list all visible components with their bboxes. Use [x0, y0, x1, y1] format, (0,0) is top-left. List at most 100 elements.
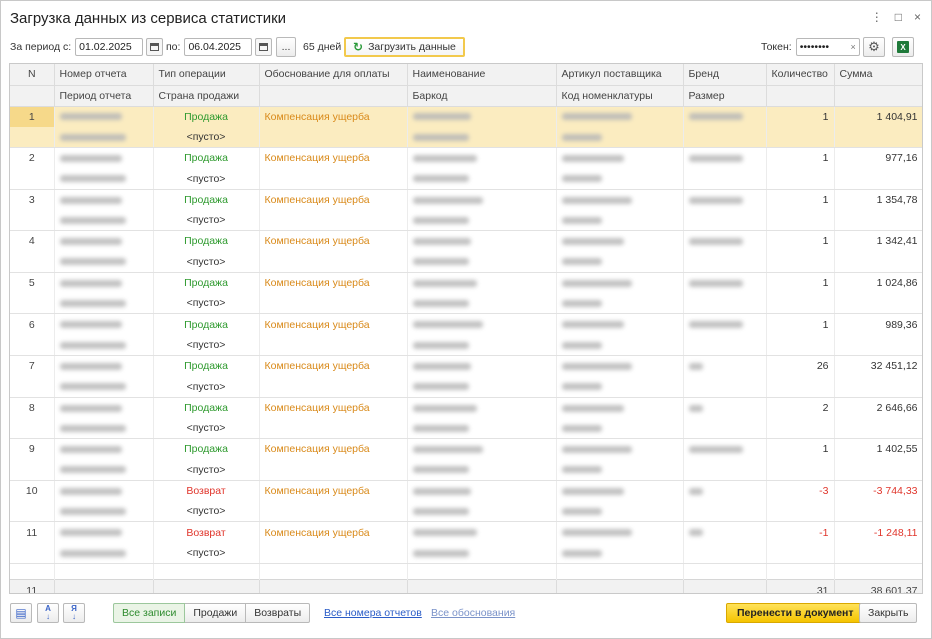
all-reports-link[interactable]: Все номера отчетов [324, 607, 422, 619]
calendar-to-button[interactable] [255, 38, 273, 56]
barcode-cell [407, 251, 557, 273]
table-row-detail[interactable]: <пусто> [10, 417, 922, 440]
payment-reason-detail [259, 417, 408, 440]
period-to-group: по: 06.04.2025 [166, 36, 273, 58]
product-name-cell [407, 230, 557, 252]
load-data-button[interactable]: ↻ Загрузить данные [344, 37, 465, 57]
excel-button[interactable]: X [892, 37, 914, 57]
column-subheader[interactable]: Баркод [407, 85, 557, 107]
empty-row [10, 563, 922, 580]
all-reasons-link[interactable]: Все обоснования [431, 607, 515, 619]
settings-button[interactable]: ⚙ [863, 37, 885, 57]
filter-returns-button[interactable]: Возвраты [245, 603, 311, 623]
more-menu-icon[interactable]: ⋮ [871, 11, 883, 23]
column-header[interactable]: Тип операции [153, 64, 260, 86]
table-row-detail[interactable]: <пусто> [10, 168, 922, 190]
filter-sales-button[interactable]: Продажи [184, 603, 247, 623]
column-header[interactable]: Бренд [683, 64, 767, 86]
sort-desc-button[interactable]: Я ↓ [63, 603, 85, 623]
column-header[interactable]: N [10, 64, 55, 86]
select-period-button[interactable]: ... [276, 37, 296, 57]
amount: -1 248,11 [834, 521, 922, 543]
sort-asc-button[interactable]: A ↓ [37, 603, 59, 623]
quantity-detail [766, 417, 835, 440]
report-number-cell [54, 521, 154, 543]
column-subheader[interactable]: Код номенклатуры [556, 85, 684, 107]
amount: 1 024,86 [834, 272, 922, 294]
close-button[interactable]: Закрыть [859, 603, 918, 623]
table-row-detail[interactable]: <пусто> [10, 376, 922, 398]
column-header[interactable]: Наименование [407, 64, 557, 86]
table-row-detail[interactable]: <пусто> [10, 126, 922, 149]
size-cell [683, 293, 767, 315]
table-row-detail[interactable]: <пусто> [10, 501, 922, 523]
column-header[interactable]: Обоснование для оплаты [259, 64, 408, 86]
product-name-cell [407, 521, 557, 543]
table-row-detail[interactable]: <пусто> [10, 293, 922, 315]
supplier-article-cell [556, 397, 684, 418]
column-header[interactable]: Артикул поставщика [556, 64, 684, 86]
column-subheader[interactable]: Размер [683, 85, 767, 107]
nomenclature-code-cell [556, 168, 684, 190]
column-header[interactable]: Количество [766, 64, 835, 86]
column-subheader[interactable] [10, 85, 55, 107]
operation-type: Продажа [153, 147, 260, 169]
nomenclature-code-cell [556, 293, 684, 315]
redacted-text [59, 424, 126, 432]
table-row[interactable]: 4 Продажа Компенсация ущерба 1 1 342,41 [10, 230, 922, 252]
column-header[interactable]: Сумма [834, 64, 922, 86]
quantity: 2 [766, 397, 835, 418]
maximize-icon[interactable]: □ [895, 11, 902, 23]
column-subheader[interactable] [834, 85, 922, 107]
token-field[interactable]: •••••••• × [795, 38, 860, 56]
table-row[interactable]: 5 Продажа Компенсация ущерба 1 1 024,86 [10, 272, 922, 294]
table-row[interactable]: 8 Продажа Компенсация ущерба 2 2 646,66 [10, 397, 922, 418]
filter-all-button[interactable]: Все записи [113, 603, 186, 623]
sale-country: <пусто> [153, 168, 260, 190]
barcode-cell [407, 376, 557, 398]
quantity-detail [766, 168, 835, 190]
report-period-cell [54, 501, 154, 523]
close-icon[interactable]: × [914, 11, 921, 23]
report-period-cell [54, 168, 154, 190]
filter-segment: Все записи Продажи Возвраты [113, 603, 311, 623]
redacted-text [412, 446, 483, 454]
table-row[interactable]: 10 Возврат Компенсация ущерба -3 -3 744,33 [10, 480, 922, 502]
table-row[interactable]: 6 Продажа Компенсация ущерба 1 989,36 [10, 313, 922, 335]
clear-icon[interactable]: × [850, 42, 855, 52]
calendar-from-button[interactable] [146, 38, 164, 56]
amount-detail [834, 417, 922, 440]
table-row-detail[interactable]: <пусто> [10, 209, 922, 232]
column-subheader[interactable] [766, 85, 835, 107]
redacted-text [561, 238, 624, 246]
column-subheader[interactable] [259, 85, 408, 107]
column-subheader[interactable]: Страна продажи [153, 85, 260, 107]
payment-reason-detail [259, 542, 408, 565]
column-header[interactable]: Номер отчета [54, 64, 154, 86]
token-label: Токен: [761, 41, 792, 53]
column-subheader[interactable]: Период отчета [54, 85, 154, 107]
quantity-detail [766, 126, 835, 149]
period-to-field[interactable]: 06.04.2025 [184, 38, 253, 56]
redacted-text [688, 362, 703, 370]
title-bar: Загрузка данных из сервиса статистики ⋮ … [1, 1, 931, 33]
table-row-detail[interactable]: <пусто> [10, 459, 922, 481]
table-row-detail[interactable]: <пусто> [10, 251, 922, 273]
table-row-detail[interactable]: <пусто> [10, 334, 922, 357]
table-row[interactable]: 1 Продажа Компенсация ущерба 1 1 404,91 [10, 106, 922, 127]
clipboard-button[interactable]: ▤ [10, 603, 32, 623]
table-row-detail[interactable]: <пусто> [10, 542, 922, 565]
table-row[interactable]: 11 Возврат Компенсация ущерба -1 -1 248,11 [10, 521, 922, 543]
redacted-text [412, 383, 469, 391]
redacted-text [59, 279, 122, 287]
amount-detail [834, 501, 922, 523]
brand-cell [683, 521, 767, 543]
table-row[interactable]: 7 Продажа Компенсация ущерба 26 32 451,12 [10, 355, 922, 377]
barcode-cell [407, 334, 557, 357]
quantity-detail [766, 293, 835, 315]
table-row[interactable]: 3 Продажа Компенсация ущерба 1 1 354,78 [10, 189, 922, 210]
table-row[interactable]: 9 Продажа Компенсация ущерба 1 1 402,55 [10, 438, 922, 460]
table-row[interactable]: 2 Продажа Компенсация ущерба 1 977,16 [10, 147, 922, 169]
transfer-to-document-button[interactable]: Перенести в документ [726, 603, 865, 623]
period-from-field[interactable]: 01.02.2025 [75, 38, 144, 56]
